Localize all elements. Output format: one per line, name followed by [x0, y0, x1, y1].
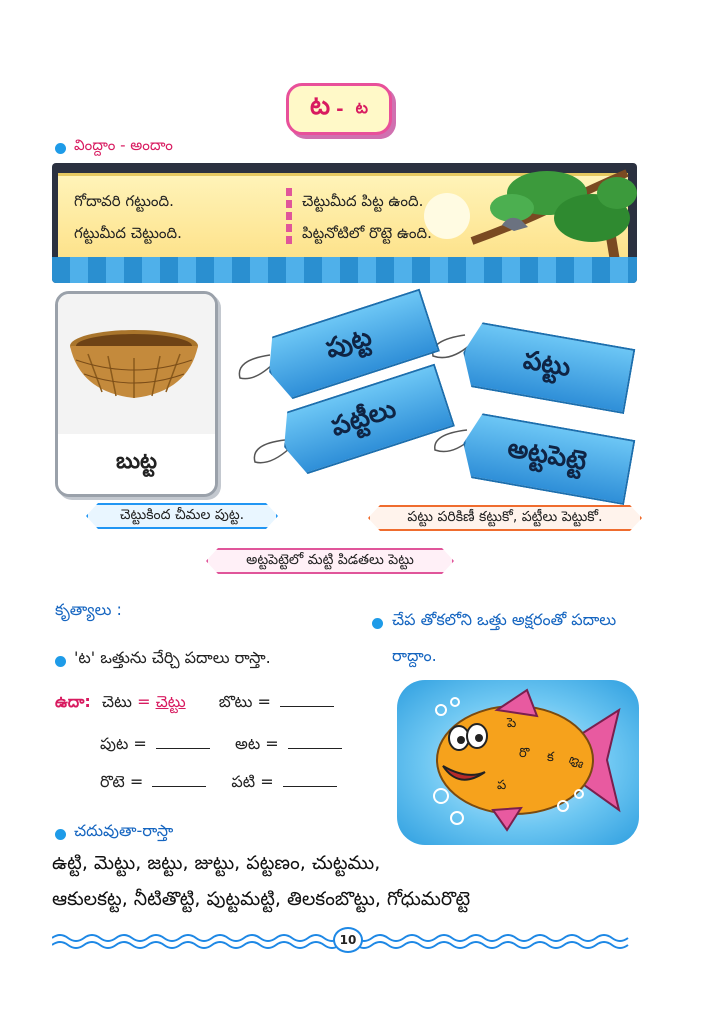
tag-label: పుట్ట: [322, 321, 376, 365]
reading-heading: చదువుతా-రాస్తా: [74, 821, 174, 840]
example-label: ఉదా:: [55, 692, 91, 711]
basket-card: బుట్ట: [55, 291, 218, 497]
bullet-icon: [372, 618, 383, 629]
task-row-3: రొటె = పటి =: [100, 772, 370, 795]
poem-right-line1: చెట్టుమీద పిట్ట ఉంది.: [302, 192, 424, 210]
task-row-example: ఉదా: చెటు = చెట్టు బొటు =: [55, 692, 375, 715]
tag-label: పట్టీలు: [327, 393, 400, 443]
fish-illustration: పె రొ క ప ట్టె: [397, 680, 639, 845]
equals-sign: =: [257, 692, 271, 711]
bullet-icon: [55, 656, 66, 667]
reading-line2: ఆకులకట్ట, నీటితొట్టి, పుట్టమట్టి, తిలకంబ…: [52, 888, 471, 910]
equals-sign: =: [133, 734, 147, 753]
answer-blank[interactable]: [282, 786, 337, 787]
poem-banner: గోదావరి గట్టుంది. గట్టుమీద చెట్టుంది. చె…: [52, 163, 637, 283]
poem-right-line2: పిట్టనోటిలో రొట్టె ఉంది.: [302, 224, 432, 242]
word: పుట: [100, 734, 129, 753]
reading-line1: ఉట్టి, మెట్టు, జట్టు, జుట్టు, పట్టణం, చు…: [52, 852, 381, 874]
tag-label: పట్టు: [520, 345, 574, 383]
word: రొటె: [100, 772, 125, 791]
answer-blank[interactable]: [287, 748, 342, 749]
poem-divider: [286, 188, 292, 248]
fish-letter: రొ: [519, 746, 530, 761]
caption-ribbon-right: పట్టు పరికిణీ కట్టుకో, పట్టీలు పెట్టుకో.: [368, 505, 642, 531]
lesson-title-badge: ట - ట: [286, 83, 392, 135]
section-listen-heading: వింద్దాం - అందాం: [74, 136, 173, 154]
bullet-icon: [55, 143, 66, 154]
title-letter: ట: [310, 91, 331, 121]
word: పటి: [231, 772, 256, 791]
tasks-heading: కృత్యాలు :: [55, 600, 122, 619]
title-separator: -: [336, 98, 344, 120]
poem-left-line1: గోదావరి గట్టుంది.: [74, 192, 174, 210]
equals-sign: =: [129, 772, 144, 791]
bullet-icon: [55, 829, 66, 840]
task-row-2: పుట = అట =: [100, 734, 370, 757]
equals-sign: =: [265, 734, 279, 753]
word: అట: [235, 734, 261, 753]
equals-sign: =: [137, 692, 151, 711]
answer-blank[interactable]: [155, 748, 210, 749]
answer-blank[interactable]: [279, 706, 334, 707]
fish-letter: ప: [497, 778, 507, 793]
example-answer: చెట్టు: [155, 692, 186, 711]
caption-ribbon-left: చెట్టుకింద చీమల పుట్ట.: [86, 503, 278, 529]
example-word: చెటు: [101, 692, 132, 711]
basket-photo: [58, 294, 215, 434]
fish-task-line1: చేప తోకలోని ఒత్తు అక్షరంతో పదాలు: [392, 610, 617, 629]
answer-blank[interactable]: [152, 786, 207, 787]
river-water: [52, 257, 637, 283]
tag-label: అట్టపెట్టె: [505, 433, 589, 477]
page-number: 10: [333, 927, 363, 953]
fish-icon: [433, 688, 621, 832]
fish-letter: పె: [507, 716, 517, 731]
equals-sign: =: [260, 772, 274, 791]
basket-icon: [70, 330, 198, 398]
title-variant: ట: [355, 97, 368, 117]
word: బొటు: [218, 692, 253, 711]
basket-label: బుట్ట: [58, 434, 215, 494]
poem-left-line2: గట్టుమీద చెట్టుంది.: [74, 224, 182, 242]
caption-ribbon-center: అట్టపెట్టెలో మట్టి పిడతలు పెట్టు: [206, 548, 454, 574]
fish-letter: క: [547, 750, 554, 765]
task-instruction: 'ట' ఒత్తును చేర్చి పదాలు రాస్తా.: [74, 648, 271, 667]
fish-task-line2: రాద్దాం.: [392, 646, 437, 665]
